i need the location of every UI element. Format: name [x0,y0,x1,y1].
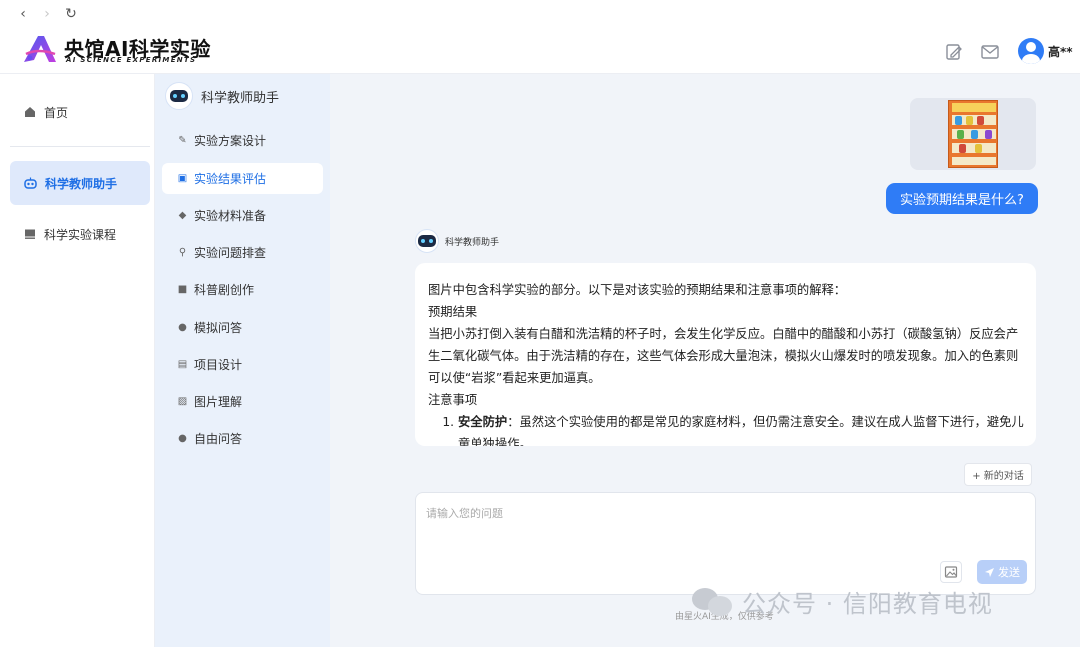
sidebar-item-label: 首页 [44,105,69,120]
edit-icon: ▣ [177,173,188,184]
bot-answer-bubble: 图片中包含科学实验的部分。以下是对该实验的预期结果和注意事项的解释： 预期结果 … [415,263,1036,446]
subnav-item-project-design[interactable]: ▤ 项目设计 [162,349,323,380]
pen-icon: ✎ [178,135,187,146]
answer-list: 安全防护：虽然这个实验使用的都是常见的家庭材料，但仍需注意安全。建议在成人监督下… [428,411,1024,446]
chat-area: 实验预期结果是什么? 科学教师助手 图片中包含科学实验的部分。以下是对该实验的预… [330,74,1080,647]
user-name[interactable]: 高** [1048,43,1073,60]
question-icon: ● [178,322,187,333]
image-upload-button[interactable] [940,561,962,583]
bot-avatar-icon [165,82,193,110]
search-icon: ⚲ [178,247,187,258]
back-icon[interactable]: ‹ [16,6,30,22]
image-icon: ▨ [177,396,188,407]
subnav-item-label: 科普剧创作 [194,283,255,297]
bot-avatar-icon [415,229,439,253]
app-header: 央馆AI科学实验 AI SCIENCE EXPERIMENTS 高** [0,28,1080,74]
subnav-item-label: 实验材料准备 [194,209,267,223]
logo-icon [24,36,56,62]
subnav-item-label: 实验问题排查 [194,246,267,260]
edit-note-icon[interactable] [944,42,964,62]
bot-icon [24,177,37,189]
chat-input-box: 发送 [415,492,1036,595]
assistant-subnav: 科学教师助手 ✎ 实验方案设计 ▣ 实验结果评估 ◆ 实验材料准备 ⚲ 实验问题… [155,74,330,647]
browser-toolbar: ‹ › ↻ [0,0,1080,28]
send-button[interactable]: 发送 [977,560,1027,584]
subnav-item-mock-qa[interactable]: ● 模拟问答 [162,312,323,343]
mail-icon[interactable] [980,42,1000,62]
subnav-item-label: 实验结果评估 [194,172,267,186]
sidebar-divider [10,146,150,147]
uploaded-image-message[interactable] [910,98,1036,170]
subnav-item-troubleshooting[interactable]: ⚲ 实验问题排查 [162,237,323,268]
send-icon [985,567,994,577]
sidebar-item-home[interactable]: 首页 [10,90,150,134]
subnav-item-label: 实验方案设计 [194,134,267,148]
refresh-icon[interactable]: ↻ [64,6,78,22]
watermark-text: 公众号 · 信阳教育电视 [742,590,993,618]
new-chat-button[interactable]: + 新的对话 [964,463,1032,486]
home-icon [25,107,35,117]
subnav-title: 科学教师助手 [201,90,280,106]
subnav-item-materials[interactable]: ◆ 实验材料准备 [162,200,323,231]
subnav-item-label: 模拟问答 [194,321,243,335]
forward-icon[interactable]: › [40,6,54,22]
video-icon: ■ [177,284,188,295]
bot-message-header: 科学教师助手 [415,229,499,253]
answer-list-item: 安全防护：虽然这个实验使用的都是常见的家庭材料，但仍需注意安全。建议在成人监督下… [458,411,1024,446]
answer-intro: 图片中包含科学实验的部分。以下是对该实验的预期结果和注意事项的解释： [428,283,847,297]
subnav-item-result-evaluation[interactable]: ▣ 实验结果评估 [162,163,323,194]
image-upload-icon [944,566,958,578]
sidebar-item-label: 科学教师助手 [45,176,118,191]
question-input[interactable] [426,505,1016,553]
user-question-bubble: 实验预期结果是什么? [886,183,1038,214]
course-icon [25,229,35,239]
wechat-watermark: 公众号 · 信阳教育电视 [692,584,993,619]
doc-icon: ▤ [177,359,188,370]
user-avatar-icon[interactable] [1018,38,1044,64]
answer-paragraph: 当把小苏打倒入装有白醋和洗洁精的杯子时，会发生化学反应。白醋中的醋酸和小苏打（碳… [428,327,1019,385]
wechat-icon [692,586,734,618]
subnav-item-free-qa[interactable]: ● 自由问答 [162,423,323,454]
answer-heading-expected: 预期结果 [428,305,478,319]
sidebar-item-teacher-assistant[interactable]: 科学教师助手 [10,161,150,205]
send-label: 发送 [998,566,1020,579]
subnav-item-science-drama[interactable]: ■ 科普剧创作 [162,274,323,305]
subnav-item-label: 自由问答 [194,432,243,446]
cube-icon: ◆ [178,210,187,221]
sidebar-item-label: 科学实验课程 [44,227,117,242]
answer-heading-notes: 注意事项 [428,393,478,407]
sidebar-item-courses[interactable]: 科学实验课程 [10,212,150,256]
subnav-item-label: 图片理解 [194,395,243,409]
chat-icon: ● [178,433,187,444]
bot-name: 科学教师助手 [445,237,500,248]
subnav-header: 科学教师助手 [165,82,279,110]
subnav-item-experiment-design[interactable]: ✎ 实验方案设计 [162,125,323,156]
logo-subtitle: AI SCIENCE EXPERIMENTS [66,56,197,64]
subnav-item-label: 项目设计 [194,358,243,372]
uploaded-image-thumbnail[interactable] [948,100,998,168]
subnav-item-image-understanding[interactable]: ▨ 图片理解 [162,386,323,417]
sidebar: 首页 科学教师助手 科学实验课程 [0,74,155,647]
